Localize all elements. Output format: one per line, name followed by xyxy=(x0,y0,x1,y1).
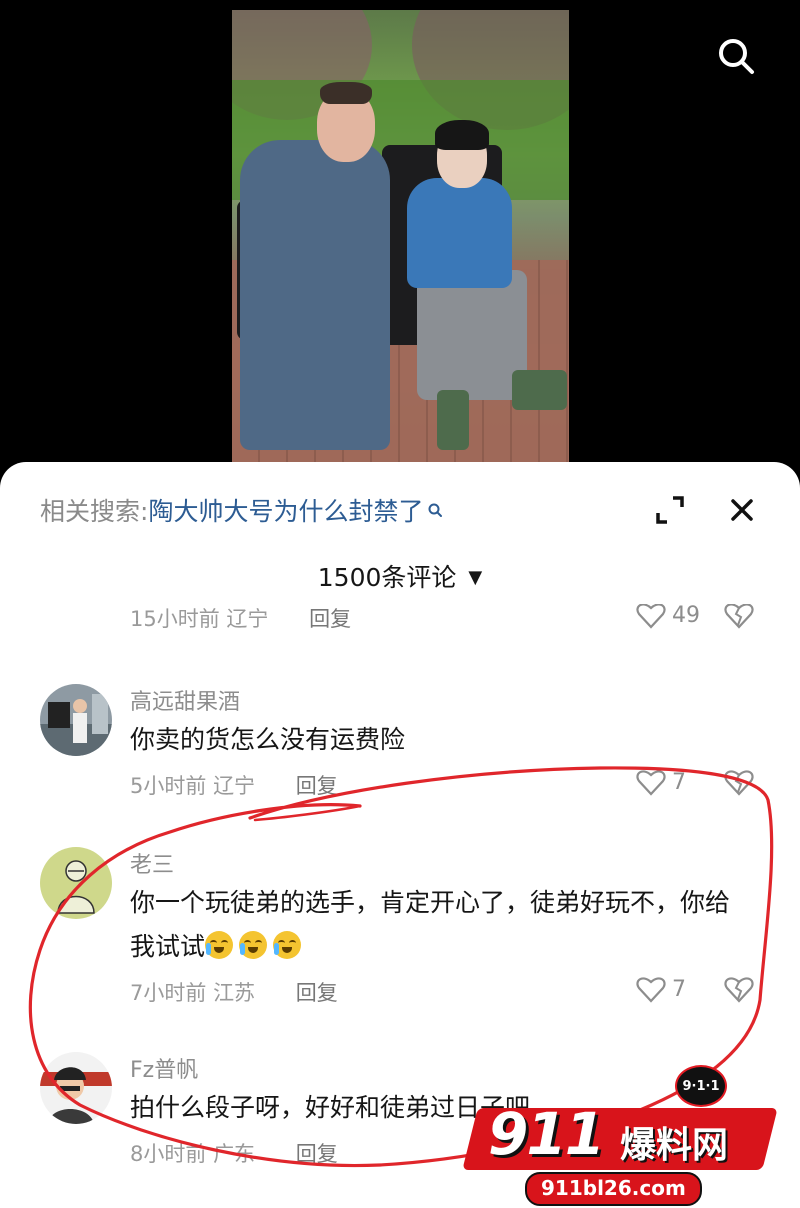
close-icon xyxy=(731,499,753,521)
video-frame[interactable] xyxy=(232,10,569,462)
heart-icon xyxy=(636,770,666,796)
watermark-number: 911 xyxy=(488,1100,605,1168)
video-area[interactable] xyxy=(0,0,800,470)
comment-item: 高远甜果酒 你卖的货怎么没有运费险 5小时前 辽宁 回复 7 xyxy=(0,684,800,824)
related-search-term[interactable]: 陶大帅大号为什么封禁了 xyxy=(148,492,423,528)
expand-icon xyxy=(656,496,684,524)
comment-count: 1500条评论 xyxy=(317,563,457,592)
comment-time: 8小时前 xyxy=(130,1142,207,1166)
broken-heart-icon xyxy=(724,604,754,629)
reply-button[interactable]: 回复 xyxy=(309,607,351,631)
watermark-name: 爆料网 xyxy=(620,1125,729,1166)
person-right xyxy=(407,178,512,288)
caret-down-icon: ▼ xyxy=(468,567,483,588)
search-button[interactable] xyxy=(714,34,758,78)
comment-meta-partial: 15小时前 辽宁 回复 49 xyxy=(0,604,800,632)
dislike-button[interactable] xyxy=(724,975,754,1007)
watermark-url: 911bl26.com xyxy=(525,1172,702,1206)
comment-username[interactable]: Fz普帆 xyxy=(130,1052,198,1084)
search-icon xyxy=(719,39,754,74)
like-button[interactable]: 7 xyxy=(636,975,686,1003)
like-count: 49 xyxy=(672,604,700,628)
comment-time: 5小时前 xyxy=(130,774,207,798)
reply-button[interactable]: 回复 xyxy=(296,981,338,1005)
like-count: 7 xyxy=(672,769,686,795)
comment-location: 辽宁 xyxy=(213,774,256,798)
comment-item: 老三 你一个玩徒弟的选手，肯定开心了，徒弟好玩不，你给我试试 7小时前 江苏 回… xyxy=(0,847,800,1017)
comment-username[interactable]: 高远甜果酒 xyxy=(130,684,240,716)
like-count: 7 xyxy=(672,976,686,1002)
avatar[interactable] xyxy=(40,847,112,919)
comment-meta: 8小时前 广东 回复 xyxy=(130,1138,338,1168)
reply-button[interactable]: 回复 xyxy=(296,774,338,798)
dislike-button[interactable] xyxy=(724,604,754,632)
related-search-label: 相关搜索: xyxy=(40,497,149,526)
watermark-badge: 9·1·1 xyxy=(675,1065,727,1107)
heart-icon xyxy=(636,604,666,629)
broken-heart-icon xyxy=(724,770,754,796)
comment-count-sort[interactable]: 1500条评论 ▼ xyxy=(0,558,800,594)
avatar[interactable] xyxy=(40,1052,112,1124)
like-button[interactable]: 7 xyxy=(636,768,686,796)
comment-username[interactable]: 老三 xyxy=(130,847,174,879)
crying-emoji xyxy=(205,931,307,961)
comment-meta: 5小时前 辽宁 回复 xyxy=(130,770,338,800)
dislike-button[interactable] xyxy=(724,768,754,800)
comment-meta: 7小时前 江苏 回复 xyxy=(130,977,338,1007)
comment-text: 你卖的货怎么没有运费险 xyxy=(130,725,406,754)
broken-heart-icon xyxy=(724,977,754,1003)
expand-button[interactable] xyxy=(650,490,690,530)
comment-text: 你一个玩徒弟的选手，肯定开心了，徒弟好玩不，你给我试试 xyxy=(130,888,731,961)
comment-time: 7小时前 xyxy=(130,981,207,1005)
comment-location: 江苏 xyxy=(213,981,256,1005)
avatar[interactable] xyxy=(40,684,112,756)
close-button[interactable] xyxy=(722,490,762,530)
related-search[interactable]: 相关搜索: 陶大帅大号为什么封禁了 xyxy=(40,492,443,528)
person-left xyxy=(240,140,390,450)
mini-search-icon xyxy=(428,503,443,517)
like-button[interactable]: 49 xyxy=(636,604,700,629)
site-watermark: 9·1·1 911 爆料网 911bl26.com xyxy=(462,1060,790,1206)
reply-button[interactable]: 回复 xyxy=(296,1142,338,1166)
heart-icon xyxy=(636,977,666,1003)
comment-location: 广东 xyxy=(213,1142,256,1166)
